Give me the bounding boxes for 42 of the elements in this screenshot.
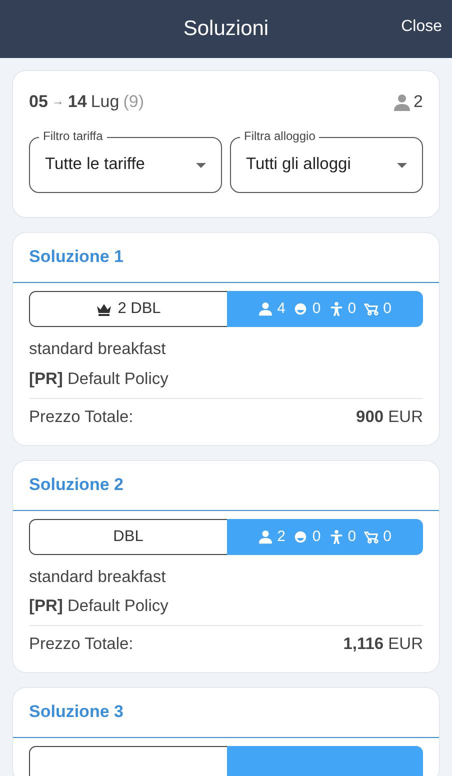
page-title: Soluzioni (183, 16, 269, 42)
board-text: standard breakfast (29, 566, 167, 588)
guest-count: 0 (383, 526, 392, 546)
guest-count: 4 (277, 299, 286, 319)
caret-icon (397, 162, 407, 168)
child-icon (328, 301, 344, 318)
rate-policy: [PR] Default Policy (29, 368, 170, 390)
child-face-icon (293, 301, 308, 318)
date-to: 14 (68, 91, 87, 113)
guest-count: 2 (414, 91, 423, 113)
person-icon (394, 94, 410, 111)
crown-icon (96, 302, 112, 316)
close-button[interactable]: Close (401, 17, 442, 38)
guest-count: 0 (348, 526, 356, 546)
price-label: Prezzo Totale: (29, 634, 134, 656)
solution-title: Soluzione 1 (13, 233, 439, 284)
filter-label: Filtra alloggio (240, 128, 320, 144)
caret-icon (196, 162, 206, 168)
date-from: 05 (29, 91, 48, 113)
room-type: DBL (113, 526, 144, 547)
solution-title: Soluzione 3 (13, 688, 439, 738)
price-value: 1,116 EUR (343, 634, 423, 656)
guest-count: 0 (348, 299, 356, 319)
child-face-icon (293, 528, 308, 545)
guest-count: 0 (312, 299, 321, 319)
person-icon (258, 301, 274, 318)
board-text: standard breakfast (29, 339, 167, 360)
person-icon (258, 528, 274, 545)
guest-count: 0 (312, 526, 321, 546)
solution-title: Soluzione 2 (13, 460, 439, 511)
price-value: 900 EUR (356, 407, 423, 428)
price-label: Prezzo Totale: (29, 407, 134, 428)
rate-policy: [PR] Default Policy (29, 596, 170, 618)
arrow-icon: → (52, 94, 64, 110)
guest-count: 2 (277, 526, 286, 546)
room-type: 2 DBL (118, 299, 161, 320)
filter-value: Tutti gli alloggi (246, 154, 351, 176)
child-icon (328, 528, 344, 545)
guest-count: 0 (383, 299, 392, 319)
month-label: Lug (90, 91, 120, 113)
filter-value: Tutte le tariffe (45, 154, 145, 176)
nights-count: (9) (123, 91, 144, 113)
